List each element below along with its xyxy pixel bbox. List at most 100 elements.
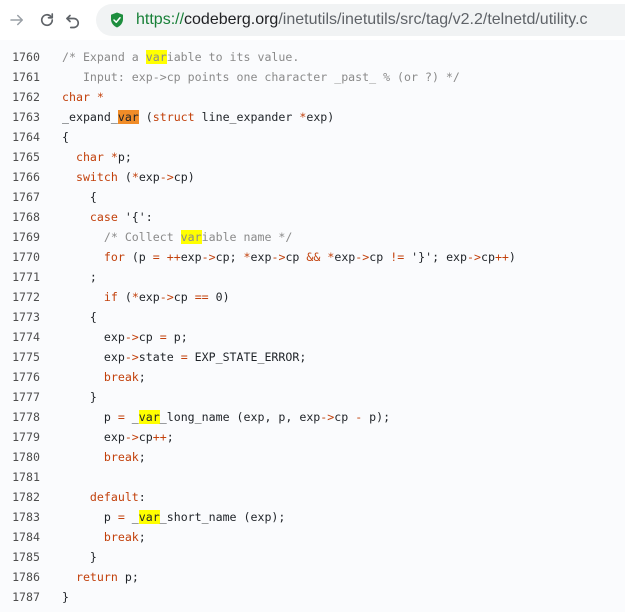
code-line: 1763 _expand_var (struct line_expander *e… xyxy=(0,107,625,127)
code-token: char xyxy=(75,150,104,164)
code-token: && xyxy=(306,250,321,264)
code-text: exp->state = EXP_STATE_ERROR; xyxy=(62,347,306,367)
code-token: != xyxy=(390,250,405,264)
line-number[interactable]: 1778 xyxy=(10,407,40,427)
code-text: break; xyxy=(62,527,146,547)
code-token: cp xyxy=(480,250,495,264)
back-undo-icon[interactable] xyxy=(62,9,84,31)
line-number[interactable]: 1786 xyxy=(10,567,40,587)
code-token: state xyxy=(138,350,181,364)
code-token: p); xyxy=(362,410,391,424)
code-token: cp xyxy=(369,250,391,264)
code-token: /* Collect xyxy=(103,230,181,244)
code-token: -> xyxy=(201,250,216,264)
code-token: exp xyxy=(180,250,202,264)
line-number[interactable]: 1770 xyxy=(10,247,40,267)
line-number[interactable]: 1767 xyxy=(10,187,40,207)
line-number[interactable]: 1777 xyxy=(10,387,40,407)
code-line: 1772 if (*exp->cp == 0) xyxy=(0,287,625,307)
line-number[interactable]: 1766 xyxy=(10,167,40,187)
line-number[interactable]: 1765 xyxy=(10,147,40,167)
line-number[interactable]: 1763 xyxy=(10,107,40,127)
code-token: break xyxy=(103,530,139,544)
code-token: * xyxy=(131,170,139,184)
code-token: exp xyxy=(62,330,125,344)
code-token: '}'; exp xyxy=(404,250,468,264)
code-token: exp xyxy=(334,250,356,264)
code-line: 1780 break; xyxy=(0,447,625,467)
code-text: return p; xyxy=(62,567,139,587)
reload-icon[interactable] xyxy=(36,9,58,31)
line-number[interactable]: 1784 xyxy=(10,527,40,547)
code-token: var xyxy=(180,230,202,244)
code-token: break xyxy=(103,450,139,464)
code-line: 1777 } xyxy=(0,387,625,407)
code-token: break xyxy=(103,370,139,384)
code-line: 1766 switch (*exp->cp) xyxy=(0,167,625,187)
code-token: cp; xyxy=(215,250,244,264)
code-token: = xyxy=(117,510,125,524)
code-token: } xyxy=(62,590,69,604)
code-line: 1776 break; xyxy=(0,367,625,387)
code-token: _expand_ xyxy=(62,110,118,124)
code-viewer: 1760 /* Expand a variable to its value. 17… xyxy=(0,40,625,612)
line-number[interactable]: 1774 xyxy=(10,327,40,347)
code-token: -> xyxy=(159,170,174,184)
code-text: Input: exp->cp points one character _pas… xyxy=(62,67,460,87)
code-line: 1775 exp->state = EXP_STATE_ERROR; xyxy=(0,347,625,367)
code-token: { xyxy=(62,190,97,204)
code-token: cp xyxy=(138,430,153,444)
line-number[interactable]: 1779 xyxy=(10,427,40,447)
code-token: -> xyxy=(355,250,370,264)
line-number[interactable]: 1769 xyxy=(10,227,40,247)
url-text[interactable]: https://codeberg.org/inetutils/inetutils… xyxy=(136,11,588,29)
line-number[interactable]: 1771 xyxy=(10,267,40,287)
code-text: } xyxy=(62,587,69,607)
code-text: ; xyxy=(62,267,97,287)
code-token: cp xyxy=(138,330,160,344)
line-number[interactable]: 1781 xyxy=(10,467,40,487)
line-number[interactable]: 1768 xyxy=(10,207,40,227)
code-line: 1768 case '{': xyxy=(0,207,625,227)
code-token: exp xyxy=(62,430,125,444)
code-token: exp) xyxy=(306,110,335,124)
line-number[interactable]: 1764 xyxy=(10,127,40,147)
line-number[interactable]: 1776 xyxy=(10,367,40,387)
line-number[interactable]: 1775 xyxy=(10,347,40,367)
code-token: = xyxy=(117,410,125,424)
code-token: { xyxy=(62,130,69,144)
code-text: switch (*exp->cp) xyxy=(62,167,195,187)
code-text: if (*exp->cp == 0) xyxy=(62,287,230,307)
code-token: ++ xyxy=(166,250,181,264)
line-number[interactable]: 1760 xyxy=(10,47,40,67)
code-token: /* Expand a xyxy=(62,50,146,64)
code-token: _ xyxy=(124,510,139,524)
code-token: ( xyxy=(117,290,132,304)
line-number[interactable]: 1783 xyxy=(10,507,40,527)
line-number[interactable]: 1785 xyxy=(10,547,40,567)
code-text: for (p = ++exp->cp; *exp->cp && *exp->cp… xyxy=(62,247,516,267)
address-bar[interactable]: https://codeberg.org/inetutils/inetutils… xyxy=(96,4,625,36)
code-token: cp xyxy=(334,410,356,424)
code-text: { xyxy=(62,307,97,327)
code-token: var xyxy=(117,110,139,124)
line-number[interactable]: 1772 xyxy=(10,287,40,307)
browser-toolbar: https://codeberg.org/inetutils/inetutils… xyxy=(0,0,625,40)
code-token: (p xyxy=(124,250,153,264)
line-number[interactable]: 1782 xyxy=(10,487,40,507)
line-number[interactable]: 1773 xyxy=(10,307,40,327)
code-text: /* Expand a variable to its value. xyxy=(62,47,299,67)
forward-icon[interactable] xyxy=(6,9,28,31)
line-number[interactable]: 1787 xyxy=(10,587,40,607)
code-line: 1787} xyxy=(0,587,625,607)
code-token: p; xyxy=(166,330,188,344)
code-token: * xyxy=(96,90,104,104)
line-number[interactable]: 1762 xyxy=(10,87,40,107)
code-token: 0) xyxy=(208,290,230,304)
line-number[interactable]: 1780 xyxy=(10,447,40,467)
line-number[interactable]: 1761 xyxy=(10,67,40,87)
code-token: exp xyxy=(138,170,160,184)
